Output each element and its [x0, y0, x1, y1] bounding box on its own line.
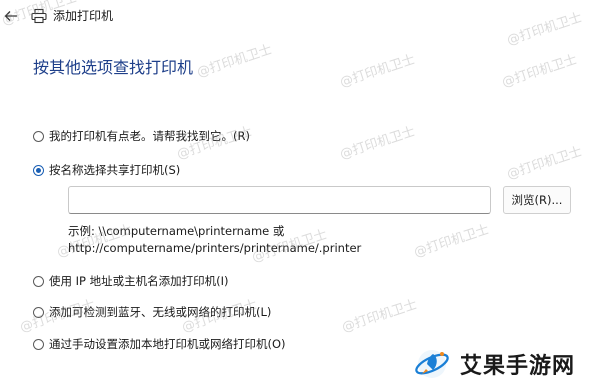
example-line-2: http://computername/printers/printername… — [68, 241, 362, 255]
watermark: @打印机卫士 — [195, 42, 275, 81]
example-text: 示例: \\computername\printername 或 http://… — [68, 223, 361, 257]
option-shared-by-name[interactable]: 按名称选择共享打印机(S) — [33, 161, 180, 179]
option-label: 使用 IP 地址或主机名添加打印机(I) — [49, 274, 229, 288]
watermark: @打印机卫士 — [340, 297, 420, 336]
option-old-printer[interactable]: 我的打印机有点老。请帮我找到它。(R) — [33, 127, 250, 145]
radio-manual-setup[interactable] — [33, 338, 44, 350]
option-ip-hostname[interactable]: 使用 IP 地址或主机名添加打印机(I) — [33, 272, 229, 290]
back-arrow-icon[interactable] — [2, 7, 20, 25]
watermark: @打印机卫士 — [338, 52, 418, 91]
watermark: @打印机卫士 — [338, 124, 418, 163]
option-bluetooth-wireless[interactable]: 添加可检测到蓝牙、无线或网络的打印机(L) — [33, 303, 271, 321]
shared-printer-name-input[interactable] — [68, 186, 491, 214]
radio-shared-by-name[interactable] — [33, 164, 44, 176]
brand-text: 艾果手游网 — [460, 354, 576, 379]
brand-logo: 艾果手游网 — [412, 344, 575, 384]
watermark: @打印机卫士 — [412, 222, 492, 261]
page-title: 按其他选项查找打印机 — [33, 58, 194, 77]
option-label: 我的打印机有点老。请帮我找到它。(R) — [49, 129, 250, 143]
option-label: 按名称选择共享打印机(S) — [49, 163, 181, 177]
browse-button[interactable]: 浏览(R)... — [503, 186, 571, 214]
window-title: 添加打印机 — [53, 9, 114, 23]
radio-bluetooth-wireless[interactable] — [33, 306, 44, 318]
example-line-1: 示例: \\computername\printername 或 — [68, 224, 285, 238]
option-manual-setup[interactable]: 通过手动设置添加本地打印机或网络打印机(O) — [33, 335, 286, 353]
radio-old-printer[interactable] — [33, 130, 44, 142]
title-bar: 添加打印机 — [0, 0, 600, 32]
watermark: @打印机卫士 — [500, 52, 580, 91]
option-label: 添加可检测到蓝牙、无线或网络的打印机(L) — [49, 305, 272, 319]
radio-ip-hostname[interactable] — [33, 275, 44, 287]
rocket-logo-icon — [415, 350, 449, 378]
option-label: 通过手动设置添加本地打印机或网络打印机(O) — [49, 337, 286, 351]
watermark: @打印机卫士 — [505, 144, 585, 183]
printer-icon — [31, 8, 47, 24]
